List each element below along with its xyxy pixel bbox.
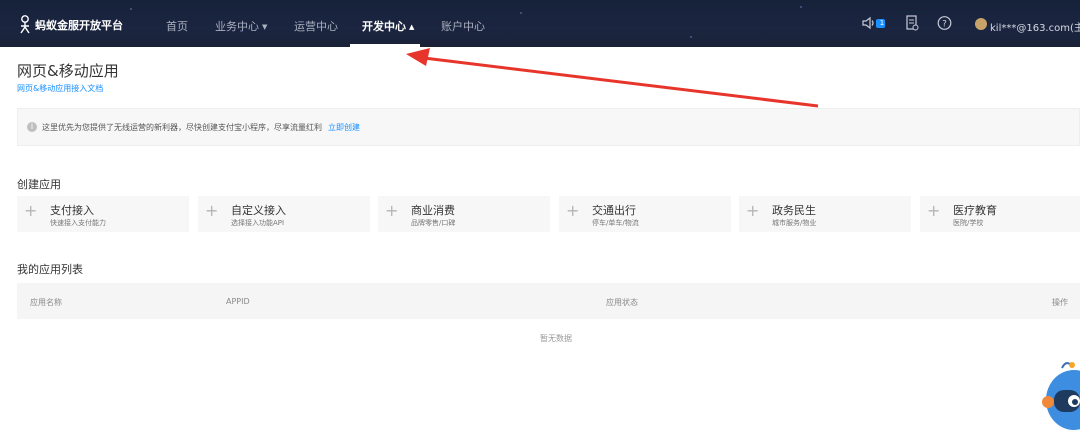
annotation-arrow: [406, 48, 819, 108]
assistant-mascot-icon[interactable]: [1040, 360, 1080, 448]
